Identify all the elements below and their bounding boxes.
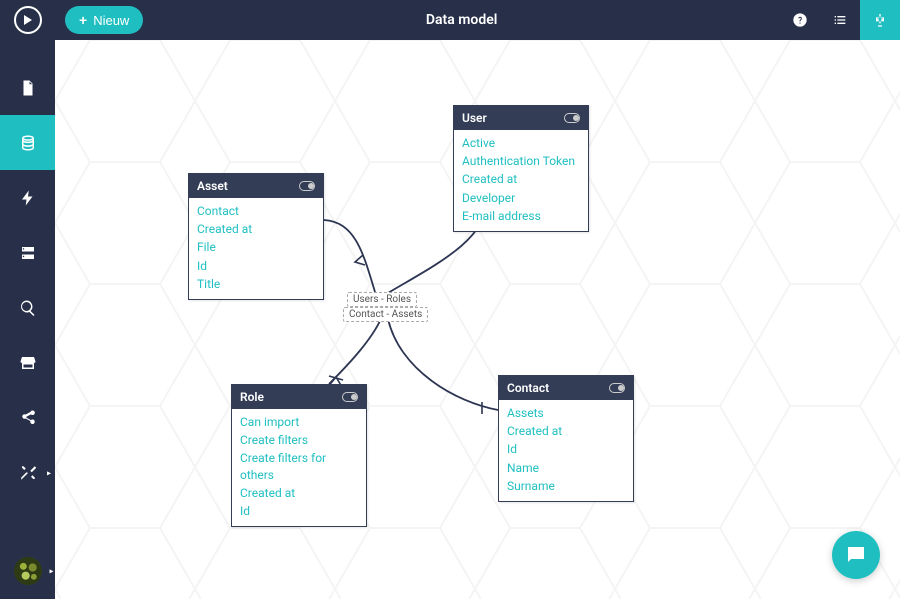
toggle-icon[interactable] bbox=[564, 113, 580, 123]
entity-property[interactable]: Created at bbox=[462, 170, 580, 188]
entity-property[interactable]: Assets bbox=[507, 404, 625, 422]
entity-property[interactable]: Can import bbox=[240, 413, 358, 431]
entity-user[interactable]: User Active Authentication Token Created… bbox=[453, 105, 589, 232]
sidebar-search-icon[interactable] bbox=[0, 280, 55, 335]
top-bar: + Nieuw Data model bbox=[0, 0, 900, 40]
entity-property[interactable]: Created at bbox=[507, 422, 625, 440]
entity-role[interactable]: Role Can import Create filters Create fi… bbox=[231, 384, 367, 527]
tree-view-icon[interactable] bbox=[860, 0, 900, 40]
sidebar-storefront-icon[interactable] bbox=[0, 335, 55, 390]
sidebar-share-icon[interactable] bbox=[0, 390, 55, 445]
toggle-icon[interactable] bbox=[609, 383, 625, 393]
play-button[interactable] bbox=[14, 6, 42, 34]
entity-body: Can import Create filters Create filters… bbox=[232, 409, 366, 526]
new-button[interactable]: + Nieuw bbox=[65, 6, 143, 34]
entity-property[interactable]: Title bbox=[197, 275, 315, 293]
play-button-wrap bbox=[0, 6, 55, 34]
chat-button[interactable] bbox=[832, 531, 880, 579]
entity-body: Contact Created at File Id Title bbox=[189, 198, 323, 299]
chevron-right-icon: ▸ bbox=[47, 468, 51, 477]
entity-title: Asset bbox=[197, 179, 228, 193]
sidebar-database-icon[interactable] bbox=[0, 115, 55, 170]
sidebar: ▸ ▸ bbox=[0, 40, 55, 599]
entity-contact[interactable]: Contact Assets Created at Id Name Surnam… bbox=[498, 375, 634, 502]
entity-header[interactable]: Asset bbox=[189, 174, 323, 198]
entity-title: Role bbox=[240, 390, 264, 404]
entity-header[interactable]: Contact bbox=[499, 376, 633, 400]
entity-header[interactable]: User bbox=[454, 106, 588, 130]
entity-property[interactable]: Active bbox=[462, 134, 580, 152]
chevron-right-icon: ▸ bbox=[49, 567, 53, 576]
entity-property[interactable]: Id bbox=[197, 257, 315, 275]
entity-property[interactable]: Create filters bbox=[240, 431, 358, 449]
entity-property[interactable]: File bbox=[197, 238, 315, 256]
new-button-label: Nieuw bbox=[93, 13, 129, 28]
page-title: Data model bbox=[143, 12, 780, 28]
entity-property[interactable]: E-mail address bbox=[462, 207, 580, 225]
help-icon[interactable] bbox=[780, 0, 820, 40]
join-label-users-roles[interactable]: Users - Roles bbox=[347, 292, 417, 307]
sidebar-server-icon[interactable] bbox=[0, 225, 55, 280]
entity-property[interactable]: Id bbox=[240, 502, 358, 520]
entity-property[interactable]: Surname bbox=[507, 477, 625, 495]
entity-property[interactable]: Created at bbox=[240, 484, 358, 502]
user-avatar[interactable]: ▸ bbox=[14, 557, 42, 585]
entity-property[interactable]: Contact bbox=[197, 202, 315, 220]
plus-icon: + bbox=[79, 12, 87, 28]
entity-property[interactable]: Developer bbox=[462, 189, 580, 207]
sidebar-tools-icon[interactable]: ▸ bbox=[0, 445, 55, 500]
entity-title: User bbox=[462, 111, 487, 125]
entity-body: Assets Created at Id Name Surname bbox=[499, 400, 633, 501]
data-model-canvas[interactable]: Asset Contact Created at File Id Title U… bbox=[55, 40, 900, 599]
entity-property[interactable]: Name bbox=[507, 459, 625, 477]
entity-property[interactable]: Created at bbox=[197, 220, 315, 238]
toggle-icon[interactable] bbox=[299, 181, 315, 191]
sidebar-bolt-icon[interactable] bbox=[0, 170, 55, 225]
entity-asset[interactable]: Asset Contact Created at File Id Title bbox=[188, 173, 324, 300]
top-right-icons bbox=[780, 0, 900, 40]
entity-property[interactable]: Id bbox=[507, 440, 625, 458]
list-view-icon[interactable] bbox=[820, 0, 860, 40]
entity-property[interactable]: Authentication Token bbox=[462, 152, 580, 170]
entity-header[interactable]: Role bbox=[232, 385, 366, 409]
sidebar-file-icon[interactable] bbox=[0, 60, 55, 115]
entity-property[interactable]: Create filters for others bbox=[240, 449, 358, 483]
join-label-contact-assets[interactable]: Contact - Assets bbox=[343, 307, 428, 322]
entity-body: Active Authentication Token Created at D… bbox=[454, 130, 588, 231]
entity-title: Contact bbox=[507, 381, 549, 395]
toggle-icon[interactable] bbox=[342, 392, 358, 402]
